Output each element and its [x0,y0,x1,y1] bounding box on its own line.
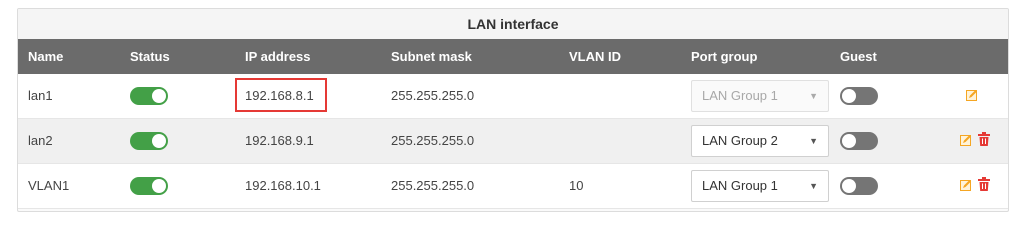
port-group-value: LAN Group 2 [702,133,778,148]
port-group-value: LAN Group 1 [702,178,778,193]
row-ip-address: 192.168.9.1 [245,133,314,148]
col-header-subnet-mask: Subnet mask [391,49,472,64]
panel-title: LAN interface [18,9,1008,39]
port-group-select[interactable]: LAN Group 1 ▼ [691,170,829,202]
status-toggle[interactable] [130,87,168,105]
row-name: lan2 [28,133,53,148]
port-group-select[interactable]: LAN Group 2 ▼ [691,125,829,157]
col-header-ip-address: IP address [245,49,311,64]
col-header-port-group: Port group [691,49,758,64]
chevron-down-icon: ▼ [809,181,818,191]
status-toggle[interactable] [130,132,168,150]
trash-icon[interactable] [978,132,990,146]
edit-icon[interactable] [966,89,978,101]
toggle-knob [152,89,166,103]
col-header-guest: Guest [840,49,877,64]
table-header: Name Status IP address Subnet mask VLAN … [18,39,1008,74]
toggle-knob [842,134,856,148]
row-ip-address: 192.168.10.1 [245,178,321,193]
row-ip-address: 192.168.8.1 [245,88,314,103]
guest-toggle[interactable] [840,87,878,105]
row-subnet-mask: 255.255.255.0 [391,133,475,148]
toggle-knob [842,89,856,103]
row-subnet-mask: 255.255.255.0 [391,88,475,103]
row-name: VLAN1 [28,178,70,193]
col-header-vlan-id: VLAN ID [569,49,621,64]
toggle-knob [152,179,166,193]
chevron-down-icon: ▼ [809,91,818,101]
guest-toggle[interactable] [840,132,878,150]
status-toggle[interactable] [130,177,168,195]
table-row: lan2 192.168.9.1 255.255.255.0 LAN Group… [18,119,1008,164]
chevron-down-icon: ▼ [809,136,818,146]
port-group-select: LAN Group 1 ▼ [691,80,829,112]
guest-toggle[interactable] [840,177,878,195]
lan-interface-panel: LAN interface Name Status IP address Sub… [17,8,1009,212]
row-vlan-id: 10 [569,178,584,193]
row-name: lan1 [28,88,53,103]
toggle-knob [152,134,166,148]
col-header-name: Name [28,49,64,64]
table-row: lan1 192.168.8.1 255.255.255.0 LAN Group… [18,74,1008,119]
edit-icon[interactable] [960,179,972,191]
edit-icon[interactable] [960,134,972,146]
col-header-status: Status [130,49,170,64]
port-group-value: LAN Group 1 [702,88,778,103]
toggle-knob [842,179,856,193]
table-row: VLAN1 192.168.10.1 255.255.255.0 10 LAN … [18,164,1008,209]
row-subnet-mask: 255.255.255.0 [391,178,475,193]
trash-icon[interactable] [978,177,990,191]
